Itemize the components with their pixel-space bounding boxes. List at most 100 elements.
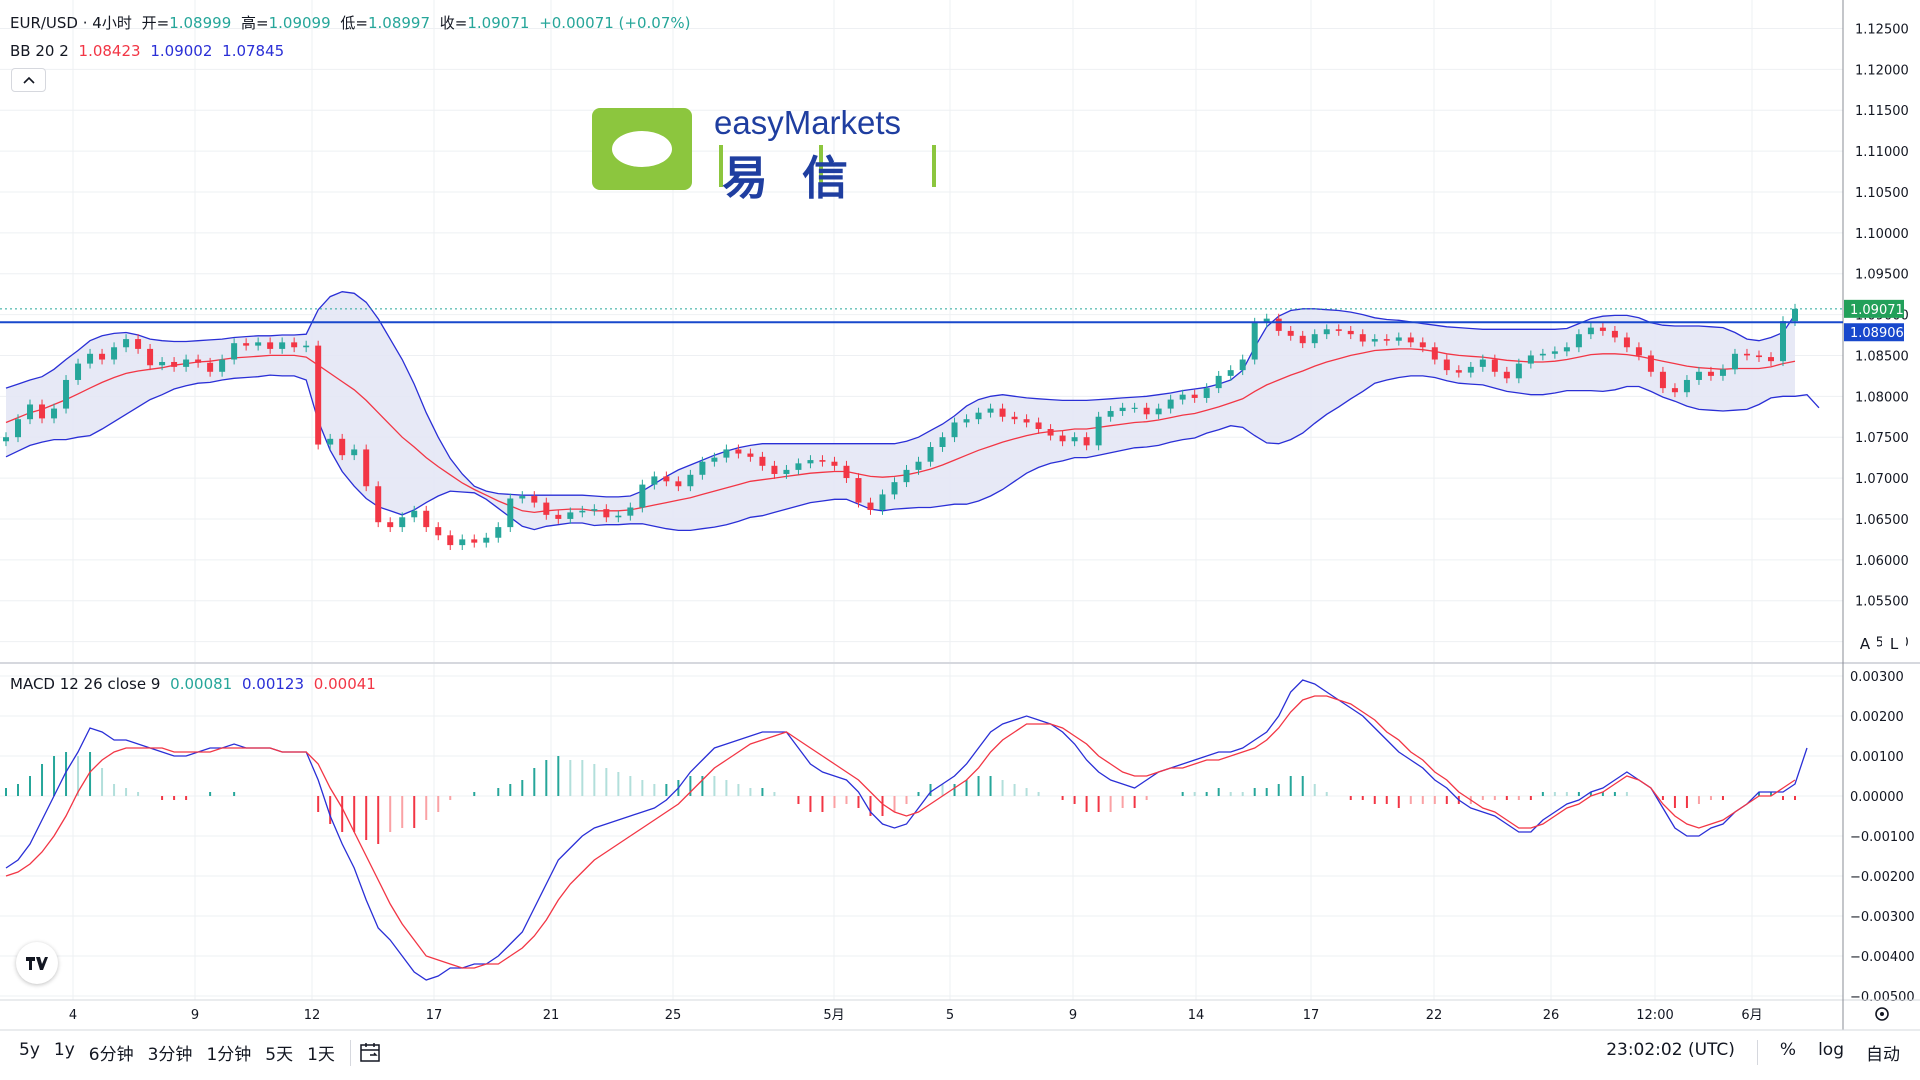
candle-body [423, 510, 430, 528]
candle-body [555, 514, 562, 519]
price-tick-label: 1.07000 [1855, 472, 1909, 487]
divider [1756, 1040, 1758, 1065]
logo-wordmark: easyMarkets [714, 104, 902, 141]
candle-body [399, 517, 406, 528]
candle-body [111, 347, 118, 360]
candle-body [171, 361, 178, 367]
hline-tag: 1.08906 [1844, 323, 1904, 342]
time-tick-label: 22 [1426, 1008, 1443, 1023]
candle-body [1203, 388, 1210, 398]
calendar-range-icon [360, 1043, 380, 1062]
candle-body [831, 461, 838, 466]
change-value: +0.00071 (+0.07%) [539, 14, 691, 32]
time-tick-label: 12 [304, 1008, 321, 1023]
auto-toggle[interactable]: 自动 [1866, 1040, 1900, 1065]
timeframe-3m[interactable]: 3分钟 [141, 1040, 200, 1065]
candle-body [891, 482, 898, 495]
low-value: 1.08997 [367, 14, 431, 32]
time-tick-label: 4 [69, 1008, 77, 1023]
candle-body [1395, 337, 1402, 341]
percent-toggle[interactable]: % [1780, 1040, 1796, 1065]
candle-body [939, 437, 946, 447]
macd-lines [5, 679, 1808, 981]
close-label: 收= [439, 14, 468, 32]
candle-body [531, 496, 538, 503]
candle-body [1299, 335, 1306, 344]
gear-icon[interactable] [1875, 1007, 1889, 1021]
candle-body [1035, 422, 1042, 430]
macd-tick-label: −0.00200 [1850, 870, 1915, 885]
chevron-up-icon [22, 76, 35, 84]
timeframe-1d[interactable]: 1天 [300, 1040, 342, 1065]
price-tick-label: 1.08500 [1855, 349, 1909, 364]
candle-body [1611, 330, 1618, 338]
macd-tick-label: 0.00300 [1850, 670, 1904, 685]
high-label: 高= [241, 14, 269, 32]
gear-icon-hub [1880, 1012, 1884, 1016]
candle-body [1671, 388, 1678, 393]
auto-scale-button[interactable]: A [1853, 633, 1877, 655]
candle-body [207, 362, 214, 372]
candle-body [1191, 394, 1198, 398]
candle-body [1443, 359, 1450, 371]
candle-body [183, 359, 190, 367]
timeframe-bar: 5y 1y 6分钟 3分钟 1分钟 5天 1天 [12, 1040, 342, 1065]
macd-tick-label: 0.00200 [1850, 710, 1904, 725]
timeframe-5d[interactable]: 5天 [258, 1040, 300, 1065]
candle-body [915, 461, 922, 470]
date-range-button[interactable] [358, 1041, 384, 1069]
candle-body [1059, 435, 1066, 442]
collapse-legend-button[interactable] [11, 68, 46, 92]
chart-canvas[interactable]: 1.12500 1.12000 1.11500 1.11000 1.10500 1.100… [0, 0, 1920, 1080]
price-tick-label: 1.06500 [1855, 513, 1909, 528]
candle-body [1779, 321, 1786, 362]
price-tick-label: 1.09500 [1855, 268, 1909, 283]
candle-body [507, 498, 514, 528]
candle-body [1635, 347, 1642, 356]
time-tick-label: 21 [543, 1008, 560, 1023]
timeframe-5y[interactable]: 5y [12, 1040, 47, 1065]
candle-body [999, 408, 1006, 417]
log-scale-button[interactable]: L [1882, 633, 1906, 655]
candle-body [435, 527, 442, 536]
symbol-title[interactable]: EUR/USD · 4小时 [10, 14, 132, 32]
bb-legend[interactable]: BB 20 2 1.08423 1.09002 1.07845 [10, 42, 289, 60]
candle-body [243, 343, 250, 346]
candle-body [291, 342, 298, 348]
candle-body [1539, 353, 1546, 356]
candle-body [651, 476, 658, 485]
candle-body [1407, 337, 1414, 343]
candle-body [15, 419, 22, 438]
macd-legend[interactable]: MACD 12 26 close 9 0.00081 0.00123 0.000… [10, 675, 381, 693]
candle-body [567, 512, 574, 519]
timeframe-1m[interactable]: 1分钟 [199, 1040, 258, 1065]
candle-body [1347, 330, 1354, 335]
candle-body [663, 476, 670, 482]
candle-body [1467, 366, 1474, 373]
timeframe-6m[interactable]: 6分钟 [82, 1040, 141, 1065]
candle-body [963, 419, 970, 423]
candle-body [339, 438, 346, 456]
time-tick-label: 17 [426, 1008, 443, 1023]
price-tick-label: 1.10500 [1855, 186, 1909, 201]
log-toggle[interactable]: log [1818, 1040, 1844, 1065]
open-value: 1.08999 [169, 14, 232, 32]
macd-tick-label: −0.00500 [1850, 990, 1915, 1005]
candle-body [735, 449, 742, 454]
candle-body [363, 449, 370, 487]
candle-body [1587, 327, 1594, 335]
candle-body [219, 359, 226, 372]
tradingview-logo[interactable] [16, 942, 58, 984]
candle-body [1383, 339, 1390, 341]
candle-body [1563, 347, 1570, 352]
candle-body [771, 465, 778, 474]
macd-hist-value: 0.00081 [170, 675, 233, 693]
clock[interactable]: 23:02:02 (UTC) [1606, 1040, 1735, 1065]
candle-body [267, 342, 274, 349]
candle-body [1131, 407, 1138, 409]
candle-body [1659, 371, 1666, 389]
candle-body [39, 404, 46, 419]
price-tick-label: 1.11000 [1855, 145, 1909, 160]
macd-histogram [5, 752, 1796, 844]
timeframe-1y[interactable]: 1y [47, 1040, 82, 1065]
